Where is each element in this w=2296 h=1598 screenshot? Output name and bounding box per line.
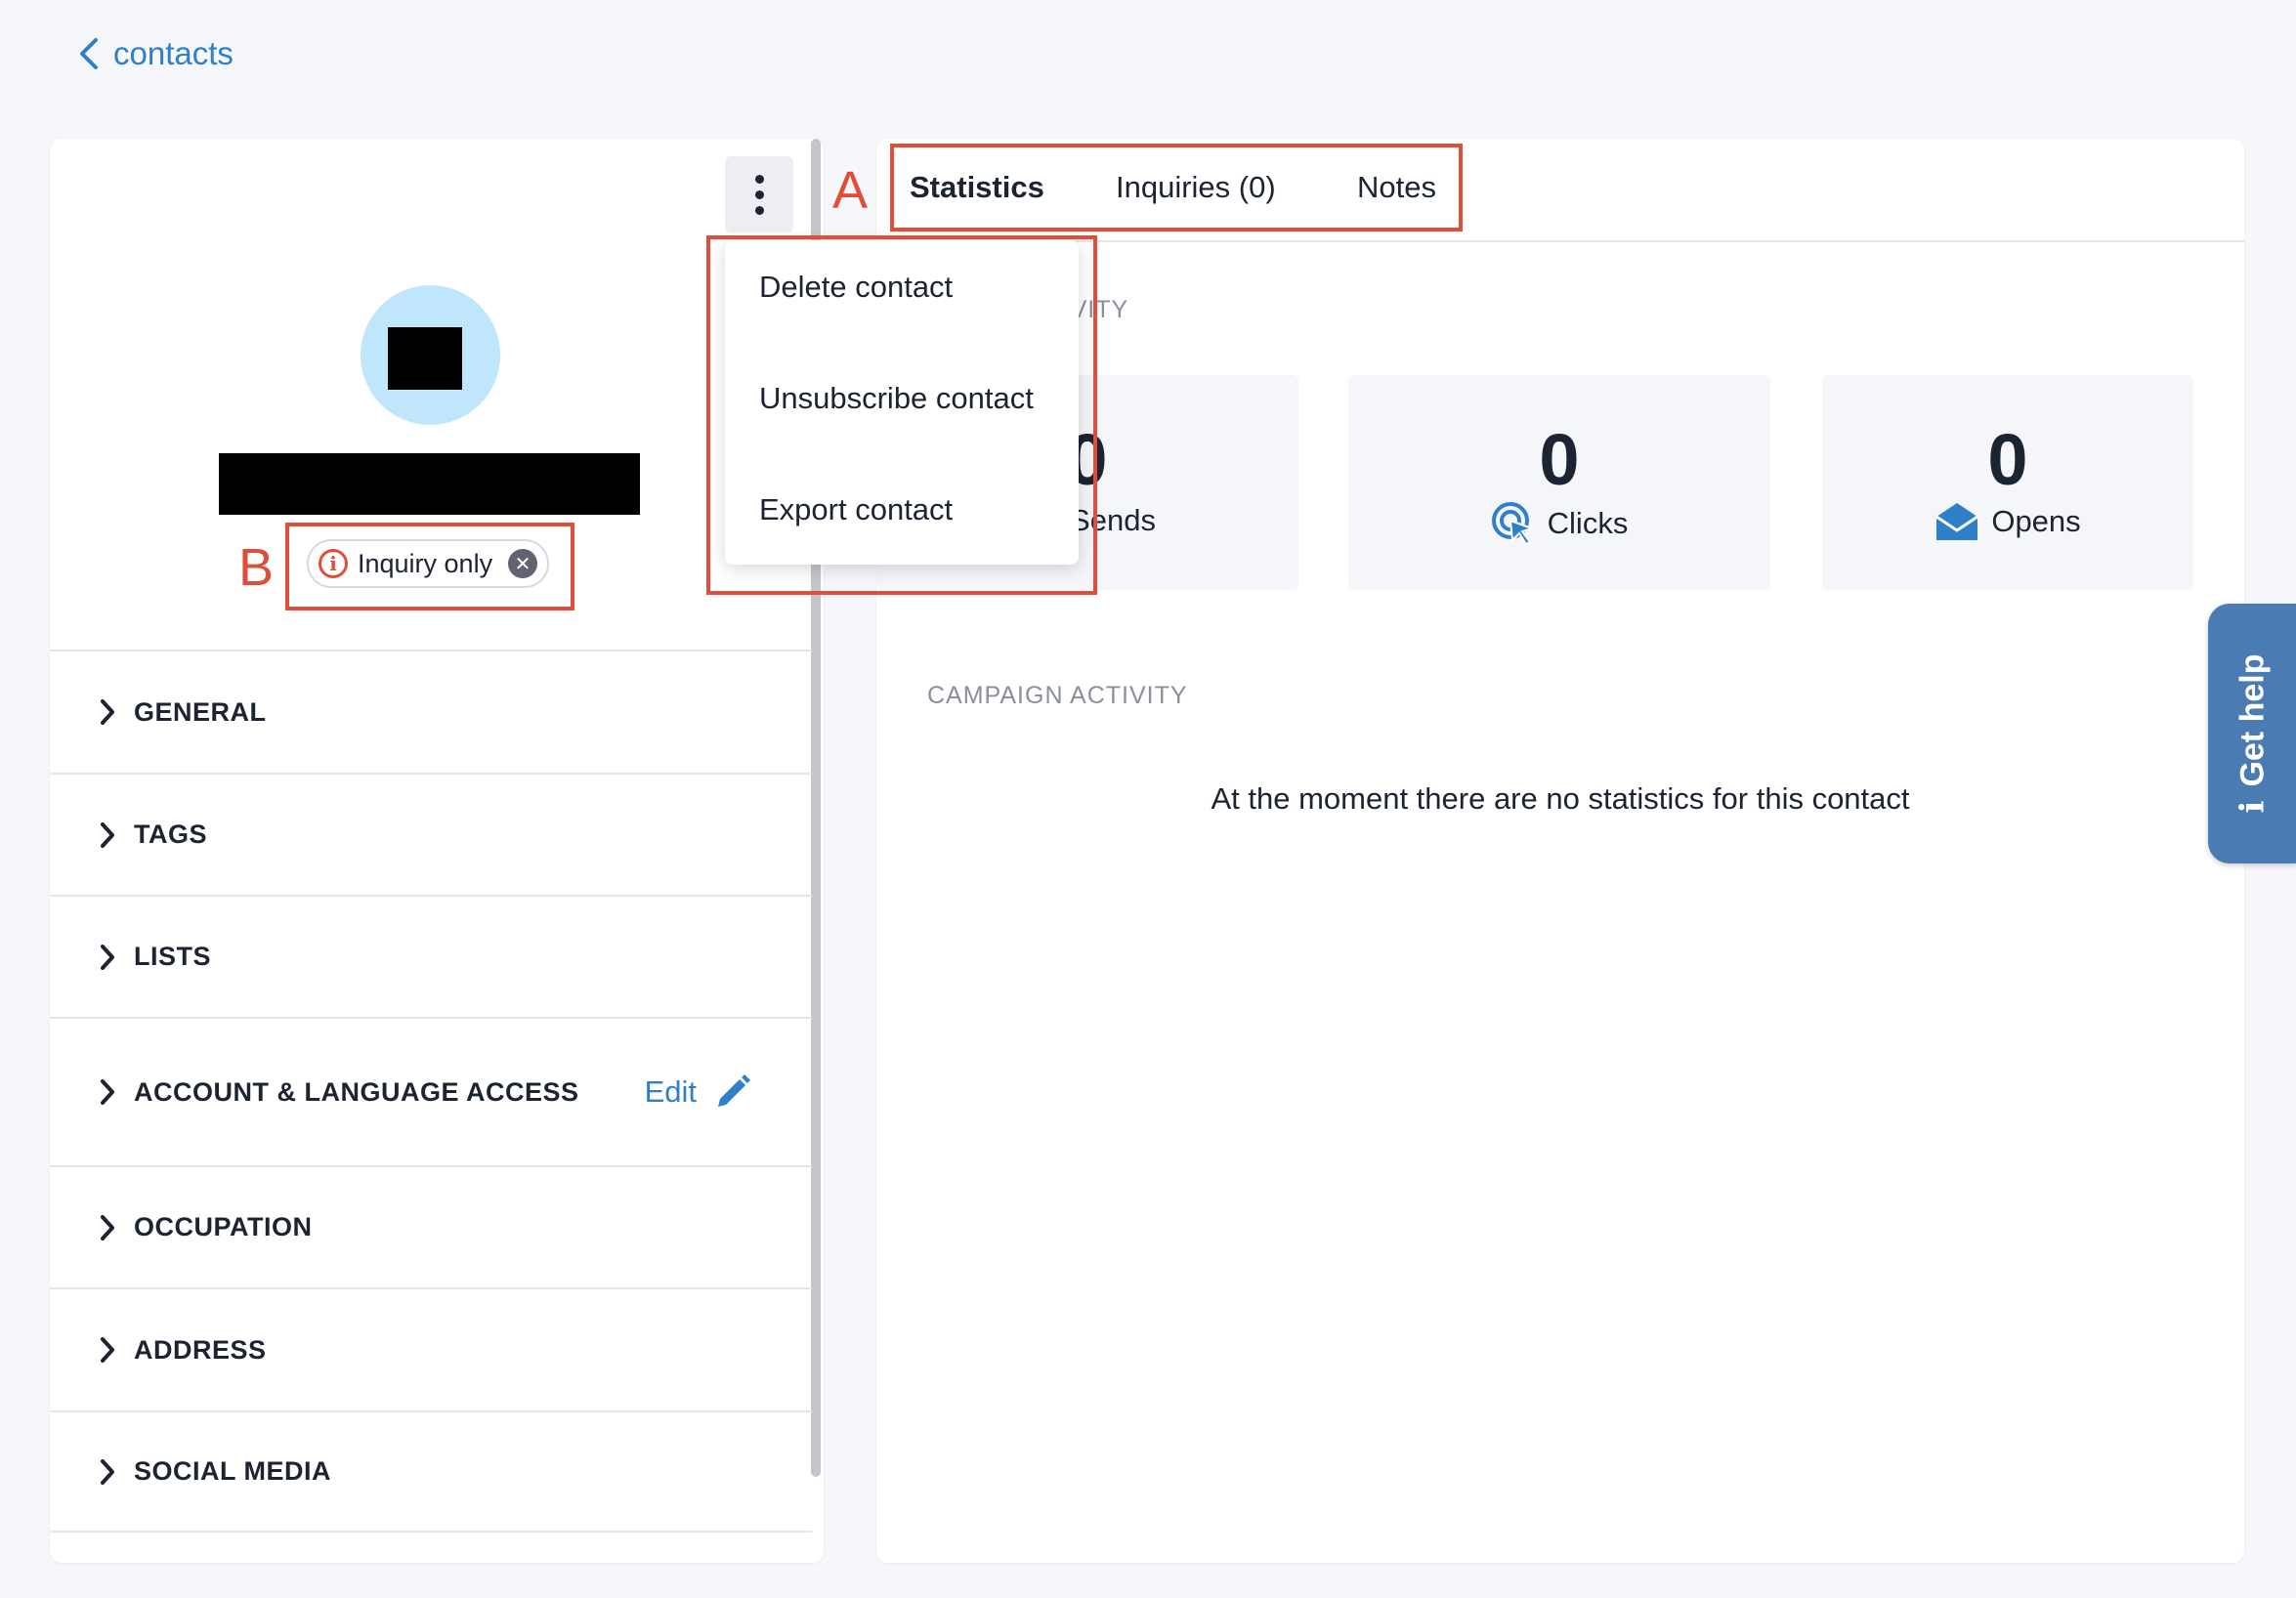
campaign-activity-heading: CAMPAIGN ACTIVITY	[927, 682, 1188, 709]
back-link-label: contacts	[113, 35, 234, 71]
cursor-click-icon	[1491, 502, 1535, 546]
section-lists[interactable]: LISTS	[50, 895, 812, 1017]
chevron-right-icon	[101, 1214, 114, 1241]
section-label: ADDRESS	[134, 1334, 267, 1365]
annotation-box-menu	[706, 235, 1097, 595]
annotation-label-a: A	[832, 161, 869, 220]
section-label: OCCUPATION	[134, 1212, 313, 1241]
section-tags[interactable]: TAGS	[50, 773, 812, 895]
avatar-initials-redacted	[388, 327, 462, 390]
info-icon: i	[2232, 800, 2273, 814]
section-label: ACCOUNT & LANGUAGE ACCESS	[134, 1076, 579, 1107]
stat-card-opens: 0 Opens	[1822, 375, 2193, 590]
stat-label-row: Opens	[1822, 501, 2193, 542]
get-help-content: i Get help	[2232, 654, 2272, 814]
contact-sections: GENERAL TAGS LISTS ACCOUNT & LANGUAGE AC…	[50, 650, 812, 1533]
edit-label: Edit	[644, 1074, 697, 1109]
edit-account-button[interactable]: Edit	[645, 1072, 753, 1113]
kebab-dot-icon	[754, 205, 764, 215]
pencil-icon	[718, 1074, 750, 1107]
chevron-right-icon	[101, 1337, 114, 1363]
stat-value: 0	[1539, 419, 1580, 500]
chevron-right-icon	[101, 699, 114, 725]
section-label: SOCIAL MEDIA	[134, 1456, 332, 1486]
empty-state-text: At the moment there are no statistics fo…	[1211, 781, 1910, 816]
stat-label: Opens	[1991, 504, 2081, 538]
section-label: LISTS	[134, 942, 212, 971]
back-link[interactable]: contacts	[78, 35, 234, 72]
stat-card-clicks: 0 Clicks	[1348, 375, 1770, 590]
envelope-open-icon	[1935, 503, 1979, 540]
chevron-right-icon	[101, 821, 114, 848]
stat-value: 0	[1987, 419, 2028, 500]
annotation-box-b	[285, 523, 574, 610]
chevron-right-icon	[101, 1458, 114, 1485]
more-options-button[interactable]	[725, 156, 793, 232]
section-general[interactable]: GENERAL	[50, 650, 812, 773]
section-address[interactable]: ADDRESS	[50, 1287, 812, 1410]
get-help-label-wrap[interactable]: i Get help	[2208, 604, 2296, 863]
section-occupation[interactable]: OCCUPATION	[50, 1165, 812, 1287]
annotation-box-a	[890, 144, 1463, 231]
kebab-dot-icon	[754, 174, 764, 184]
get-help-label: Get help	[2232, 653, 2271, 787]
stat-label-row: Clicks	[1348, 501, 1770, 546]
section-label: TAGS	[134, 820, 207, 849]
section-label: GENERAL	[134, 696, 267, 727]
chevron-left-icon	[80, 38, 98, 69]
chevron-right-icon	[101, 944, 114, 970]
chevron-right-icon	[101, 1079, 114, 1105]
stat-label: Clicks	[1547, 506, 1629, 540]
section-account-language-access[interactable]: ACCOUNT & LANGUAGE ACCESS Edit	[50, 1017, 812, 1165]
kebab-dot-icon	[754, 189, 764, 199]
annotation-label-b: B	[238, 538, 275, 597]
section-social-media[interactable]: SOCIAL MEDIA	[50, 1410, 812, 1533]
contact-name-redacted	[219, 453, 640, 515]
